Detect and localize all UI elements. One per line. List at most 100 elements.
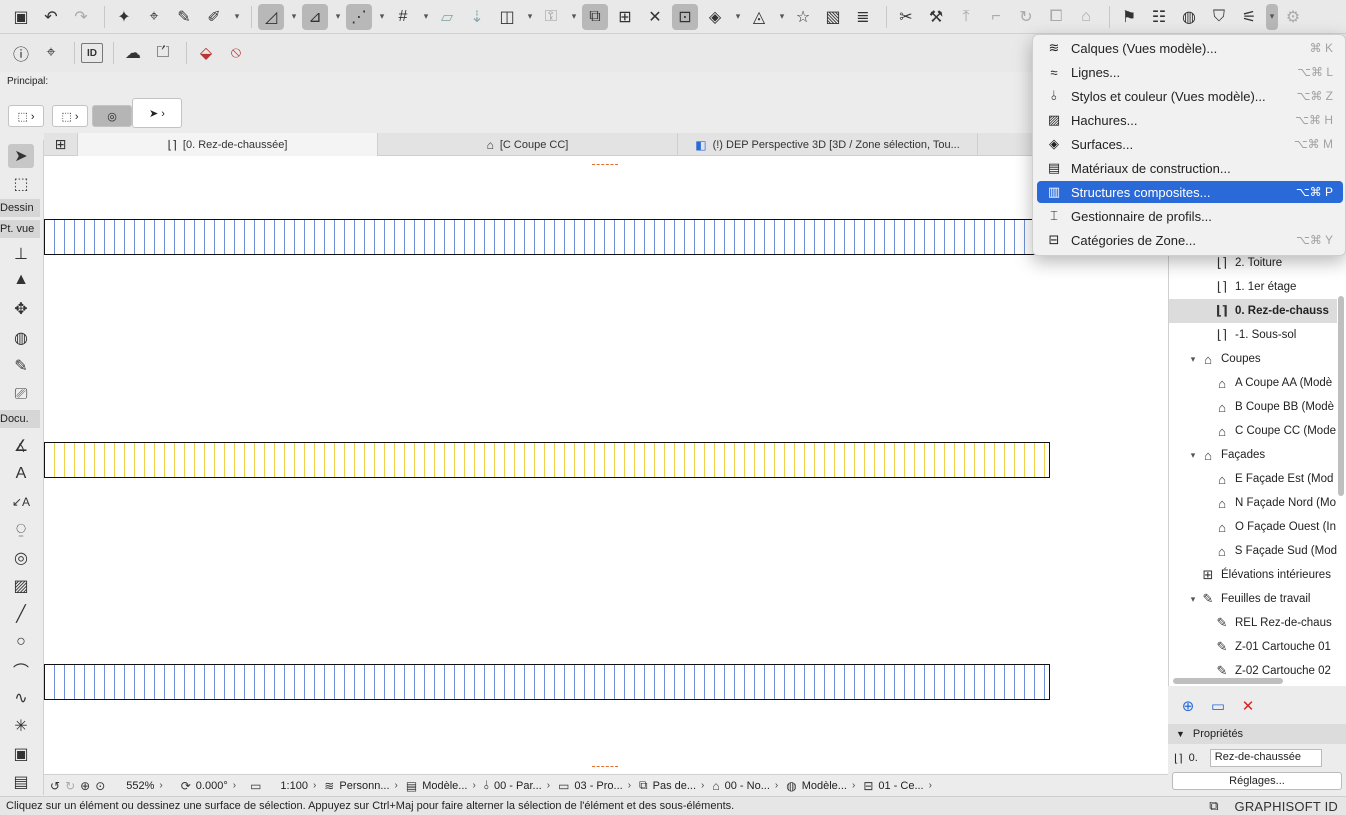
menu-item-pens[interactable]: ⫰ Stylos et couleur (Vues modèle)... ⌥⌘ … — [1037, 85, 1343, 107]
model-view-dropdown[interactable]: ▤ Modèle... › — [406, 779, 476, 793]
chevron-down-icon[interactable]: ▾ — [288, 4, 300, 30]
settings-button[interactable]: Réglages... — [1172, 772, 1342, 790]
nav-item[interactable]: ✎ REL Rez-de-chaus — [1169, 611, 1337, 635]
move-icon[interactable]: ✥ — [8, 297, 34, 321]
menu-item-zone-categories[interactable]: ⊟ Catégories de Zone... ⌥⌘ Y — [1037, 229, 1343, 251]
chevron-down-icon[interactable]: ▾ — [1187, 450, 1199, 461]
nav-item-selected[interactable]: ⌊⌉ 0. Rez-de-chauss — [1169, 299, 1337, 323]
shape-icon[interactable]: ◬ — [746, 4, 772, 30]
wall-hatched-blue[interactable] — [44, 219, 1044, 255]
polyline-tool-icon[interactable]: ⌒ — [8, 658, 34, 682]
properties-header[interactable]: ▼ Propriétés — [1168, 724, 1346, 744]
rotate-icon[interactable]: ↻ — [1013, 4, 1039, 30]
toolbox-group-dessin[interactable]: Dessin — [0, 199, 40, 217]
dimension-icon[interactable]: ⊞ — [612, 4, 638, 30]
story-name-field[interactable]: Rez-de-chaussée — [1209, 749, 1322, 767]
pen-set-dropdown[interactable]: ⫰ 00 - Par... › — [484, 778, 550, 793]
tab-overview[interactable]: ⊞ — [44, 133, 78, 156]
selection-method-button[interactable]: ⬚ › — [8, 105, 44, 127]
arrow-tool-icon[interactable]: ➤ — [8, 144, 34, 168]
angle-dimension-icon[interactable]: ∡ — [8, 434, 34, 458]
chevron-down-icon[interactable]: ▾ — [376, 4, 388, 30]
drawing-canvas[interactable] — [44, 156, 1168, 774]
undo-icon[interactable]: ↶ — [38, 4, 64, 30]
syringe-icon[interactable]: ✐ — [201, 4, 227, 30]
toolbox-group-pt-vue[interactable]: Pt. vue — [0, 220, 40, 238]
nav-item[interactable]: ⌂ E Façade Est (Mod — [1169, 467, 1337, 491]
line-tool-icon[interactable]: ╱ — [8, 602, 34, 626]
elevate-icon[interactable]: ⤒ — [953, 4, 979, 30]
menu-item-layers[interactable]: ≋ Calques (Vues modèle)... ⌘ K — [1037, 37, 1343, 59]
level-marker-icon[interactable]: ▲ — [8, 268, 34, 292]
no-connection-icon[interactable]: ⦸ — [223, 40, 249, 66]
menu-item-composites[interactable]: ▥ Structures composites... ⌥⌘ P — [1037, 181, 1343, 203]
chevron-down-icon[interactable]: ▾ — [420, 4, 432, 30]
menu-item-lines[interactable]: ≈ Lignes... ⌥⌘ L — [1037, 61, 1343, 83]
nav-item[interactable]: ⌊⌉ 1. 1er étage — [1169, 275, 1337, 299]
arrow-tool-button[interactable]: ➤ › — [132, 98, 182, 128]
hammer-icon[interactable]: ⚒ — [923, 4, 949, 30]
graphisoft-id-link[interactable]: GRAPHISOFT ID — [1235, 799, 1338, 814]
magic-wand-icon[interactable]: ✦ — [111, 4, 137, 30]
fill-tool-icon[interactable]: ◎ — [8, 546, 34, 570]
marquee-tool-icon[interactable]: ⬚ — [8, 172, 34, 196]
scale-dropdown[interactable]: ▭ 1:100 › — [250, 779, 316, 793]
chevron-down-icon[interactable]: ▾ — [1266, 3, 1278, 30]
offset-icon[interactable]: ◫ — [494, 4, 520, 30]
grid-icon[interactable]: # — [390, 4, 416, 30]
favorites-icon[interactable]: ☆ — [790, 4, 816, 30]
tab-3d-perspective[interactable]: ◧ (!) DEP Perspective 3D [3D / Zone séle… — [678, 133, 978, 156]
wall-hatched-blue[interactable] — [44, 664, 1050, 700]
worksheet-tool-icon[interactable]: ✎ — [8, 354, 34, 378]
flag-icon[interactable]: ⚑ — [1116, 4, 1142, 30]
find-select-icon[interactable]: ⌖ — [141, 4, 167, 30]
scissors-icon[interactable]: ✂ — [893, 4, 919, 30]
snap-points-icon[interactable]: ⋰ — [346, 3, 372, 30]
marker-tool-icon[interactable]: ⍜ — [8, 518, 34, 542]
chevron-down-icon[interactable]: ▾ — [524, 4, 536, 30]
menu-item-building-materials[interactable]: ▤ Matériaux de construction... — [1037, 157, 1343, 179]
zoom-forward-icon[interactable]: ↻ — [65, 779, 75, 793]
menu-item-surfaces[interactable]: ◈ Surfaces... ⌥⌘ M — [1037, 133, 1343, 155]
navigator-horizontal-scrollbar[interactable] — [1173, 678, 1283, 684]
nav-item[interactable]: ⌂ C Coupe CC (Mode — [1169, 419, 1337, 443]
nav-folder[interactable]: ▾ ✎ Feuilles de travail — [1169, 587, 1337, 611]
menu-item-profile-manager[interactable]: ⌶ Gestionnaire de profils... — [1037, 205, 1343, 227]
snap-guide-icon[interactable]: ⊿ — [302, 3, 328, 30]
tab-floor-plan[interactable]: ⌊⌉ [0. Rez-de-chaussée] — [78, 133, 378, 156]
delete-icon[interactable]: ✕ — [1238, 696, 1258, 716]
hatch-tool-icon[interactable]: ▨ — [8, 574, 34, 598]
nav-item[interactable]: ⌂ A Coupe AA (Modè — [1169, 371, 1337, 395]
drawing-tool-icon[interactable]: ▤ — [8, 770, 34, 794]
nav-item[interactable]: ⌂ S Façade Sud (Mod — [1169, 539, 1337, 563]
toolbox-group-docu[interactable]: Docu. — [0, 410, 40, 428]
info-icon[interactable]: ⓘ — [8, 40, 34, 66]
elevation-marker-icon[interactable]: ⊥ — [8, 242, 34, 266]
add-view-icon[interactable]: ⊕ — [1178, 696, 1198, 716]
nav-item[interactable]: ⌂ O Façade Ouest (In — [1169, 515, 1337, 539]
trim-icon[interactable]: ✕ — [642, 4, 668, 30]
globe-icon[interactable]: ◍ — [8, 326, 34, 350]
chevron-down-icon[interactable]: ▾ — [1187, 594, 1199, 605]
bim-icon[interactable]: ⬙ — [193, 40, 219, 66]
menu-item-hatches[interactable]: ▨ Hachures... ⌥⌘ H — [1037, 109, 1343, 131]
explode-icon[interactable]: ⧠ — [1043, 4, 1069, 30]
folder-icon[interactable]: ▭ — [1208, 696, 1228, 716]
layer-combination-dropdown[interactable]: ≋ Personn... › — [324, 779, 398, 793]
tag-icon[interactable]: ⏍ — [150, 40, 176, 66]
text-tool-icon[interactable]: A — [8, 462, 34, 486]
eyedropper-icon[interactable]: ✎ — [171, 4, 197, 30]
marquee-button[interactable]: ⬚ › — [52, 105, 88, 127]
quick-selection-button[interactable]: ◎ — [92, 105, 132, 127]
save-icon[interactable]: ▣ — [8, 4, 34, 30]
nav-item[interactable]: ⌂ B Coupe BB (Modè — [1169, 395, 1337, 419]
lock-icon[interactable]: ⚿ — [538, 4, 564, 30]
fit-window-icon[interactable]: ⊙ — [95, 779, 105, 793]
guide-lines-icon[interactable]: ◿ — [258, 3, 284, 30]
zoom-back-icon[interactable]: ↺ — [50, 779, 60, 793]
layout-globe-icon[interactable]: ◍ — [1176, 4, 1202, 30]
teamwork-icon[interactable]: ⛉ — [1206, 4, 1232, 30]
angle-dropdown[interactable]: ⟳ 0.000° › — [181, 779, 236, 793]
camera-icon[interactable]: ⎚ — [8, 383, 34, 407]
nav-item[interactable]: ⊞ Élévations intérieures — [1169, 563, 1337, 587]
